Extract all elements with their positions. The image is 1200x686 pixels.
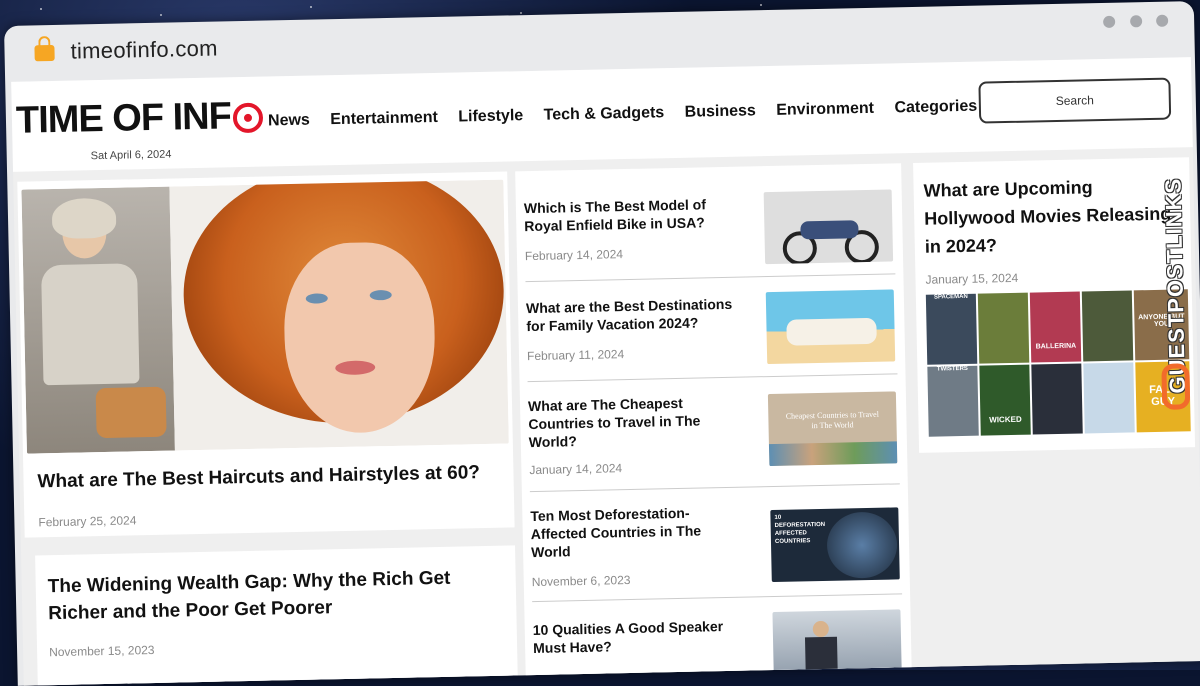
beach-image (765, 289, 896, 365)
main-nav: News Entertainment Lifestyle Tech & Gadg… (268, 97, 993, 130)
movie-poster: BALLERINA (1029, 291, 1082, 363)
list-item[interactable]: What are the Best Destinations for Famil… (525, 281, 898, 383)
search-input[interactable]: Search (978, 77, 1172, 124)
list-item-title[interactable]: What are the Best Destinations for Famil… (526, 295, 747, 336)
nav-business[interactable]: Business (685, 102, 756, 120)
movie-poster (1081, 290, 1134, 362)
nav-lifestyle[interactable]: Lifestyle (458, 107, 523, 125)
nav-tech-gadgets[interactable]: Tech & Gadgets (543, 104, 664, 124)
sidebar-article-date: January 15, 2024 (925, 270, 1019, 287)
featured-image (21, 179, 509, 454)
featured-date: February 25, 2024 (38, 513, 137, 530)
list-item[interactable]: What are The Cheapest Countries to Trave… (527, 383, 900, 493)
thumb-caption: Cheapest Countries to Travel in The Worl… (785, 409, 879, 431)
header-date: Sat April 6, 2024 (90, 148, 172, 163)
list-item-date: January 14, 2024 (529, 461, 623, 478)
url-text[interactable]: timeofinfo.com (70, 36, 218, 65)
movie-poster-grid: SPACEMAN BALLERINA ANYONE BUT YOU TWISTE… (925, 289, 1191, 437)
article-list: Which is The Best Model of Royal Enfield… (515, 163, 912, 686)
dot-icon (1156, 14, 1169, 27)
featured-title[interactable]: What are The Best Haircuts and Hairstyle… (37, 462, 497, 494)
article-card[interactable]: The Widening Wealth Gap: Why the Rich Ge… (35, 545, 518, 686)
list-item-date: February 14, 2024 (524, 247, 624, 264)
list-item[interactable]: 10 Qualities A Good Speaker Must Have? (532, 605, 904, 686)
sidebar-article-title[interactable]: What are Upcoming Hollywood Movies Relea… (923, 171, 1187, 260)
nav-news[interactable]: News (268, 112, 310, 130)
dot-icon (1103, 15, 1116, 28)
list-item[interactable]: Which is The Best Model of Royal Enfield… (523, 181, 896, 283)
site-logo[interactable]: TIME OF INF (16, 95, 264, 143)
list-item-title[interactable]: Which is The Best Model of Royal Enfield… (524, 195, 725, 235)
movie-poster: SPACEMAN (925, 293, 978, 365)
nav-environment[interactable]: Environment (776, 100, 874, 119)
movie-poster (1031, 363, 1083, 435)
list-item-title[interactable]: Ten Most Deforestation-Affected Countrie… (530, 503, 721, 561)
motorcycle-image (763, 189, 894, 265)
article-title[interactable]: The Widening Wealth Gap: Why the Rich Ge… (47, 564, 508, 628)
movie-poster (977, 292, 1030, 364)
travel-collage-image: Cheapest Countries to Travel in The Worl… (767, 391, 898, 467)
featured-article[interactable]: What are The Best Haircuts and Hairstyle… (17, 171, 515, 538)
article-date: November 15, 2023 (48, 642, 155, 660)
list-item-date: November 6, 2023 (531, 573, 631, 590)
list-item-title[interactable]: What are The Cheapest Countries to Trave… (528, 393, 729, 451)
list-item-date: February 11, 2024 (526, 347, 625, 364)
window-controls (1093, 14, 1169, 34)
thumb-caption: 10 DEFORESTATION AFFECTED COUNTRIES (774, 514, 826, 545)
list-item-title[interactable]: 10 Qualities A Good Speaker Must Have? (533, 617, 744, 657)
lock-icon (34, 44, 55, 62)
movie-poster: TWISTERS (927, 365, 979, 437)
nav-entertainment[interactable]: Entertainment (330, 109, 438, 128)
link-icon (1161, 363, 1191, 410)
deforestation-image: 10 DEFORESTATION AFFECTED COUNTRIES (770, 507, 900, 583)
dot-icon (1129, 15, 1142, 28)
browser-window: timeofinfo.com TIME OF INF Sat April 6, … (4, 1, 1200, 686)
nav-categories[interactable]: Categories (894, 98, 977, 117)
list-item[interactable]: Ten Most Deforestation-Affected Countrie… (530, 493, 903, 603)
logo-text: TIME OF INF (15, 95, 232, 142)
logo-o-icon (232, 102, 264, 134)
movie-poster (1083, 362, 1135, 434)
movie-poster: WICKED (979, 364, 1031, 436)
web-page: TIME OF INF Sat April 6, 2024 News Enter… (11, 57, 1200, 686)
speaker-image (772, 609, 902, 685)
watermark: GUESTPOSTLINKS (1150, 115, 1191, 416)
